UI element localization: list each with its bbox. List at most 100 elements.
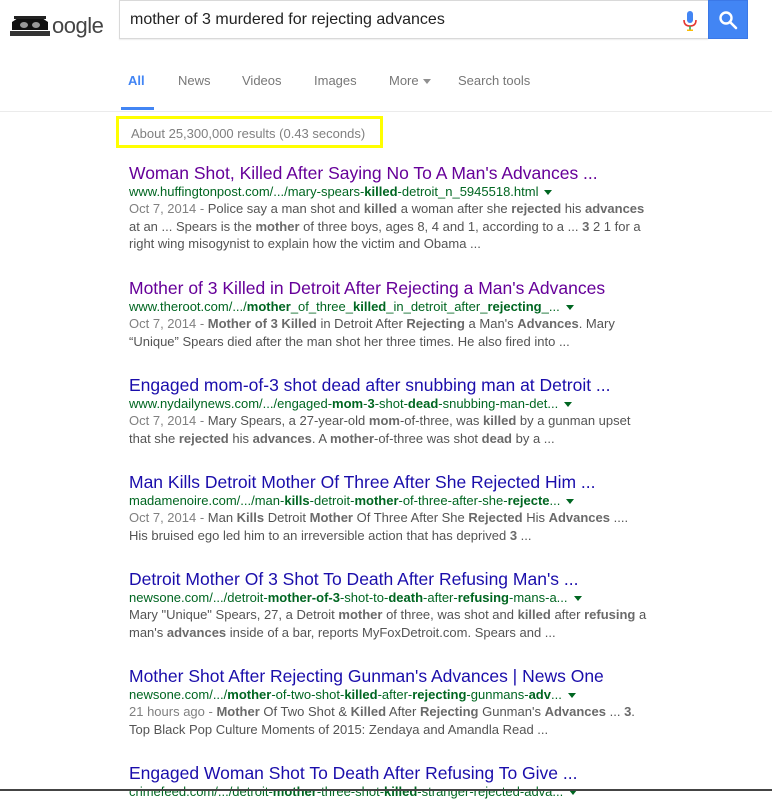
- result-snippet-part: Rejecting: [419, 704, 479, 719]
- result-snippet-part: rejected: [178, 430, 229, 446]
- result-url-part: newsone.com/.../: [129, 687, 228, 702]
- result-url-part: mother: [354, 493, 399, 508]
- result-url: www.huffingtonpost.com/.../mary-spears-k…: [129, 184, 649, 200]
- result-snippet: Oct 7, 2014 - Mary Spears, a 27-year-old…: [129, 412, 649, 447]
- result-url-part: mother: [246, 299, 291, 314]
- tab-more[interactable]: More: [389, 73, 431, 88]
- url-dropdown-icon[interactable]: [544, 190, 553, 196]
- result-url-part: -detroit-: [309, 493, 355, 508]
- result-url-part: _in_detroit_after_: [386, 299, 488, 314]
- result-title-link[interactable]: Man Kills Detroit Mother Of Three After …: [129, 472, 649, 492]
- result-url-part: rejecting: [412, 687, 467, 702]
- result-url-part: -shot-: [374, 396, 408, 411]
- result-url-part: refusing: [457, 590, 509, 605]
- tab-images[interactable]: Images: [314, 73, 357, 88]
- result-snippet-part: killed: [363, 201, 398, 216]
- result-snippet-part: killed: [517, 607, 551, 622]
- result-url-part: -shot-to-: [339, 590, 389, 605]
- result-date: Oct 7, 2014 -: [129, 510, 208, 525]
- result-title-link[interactable]: Engaged mom-of-3 shot dead after snubbin…: [129, 375, 649, 395]
- tab-videos[interactable]: Videos: [242, 73, 282, 88]
- result-url: www.nydailynews.com/.../engaged-mom-3-sh…: [129, 396, 649, 412]
- result-url-part: rejecting: [487, 299, 542, 314]
- result-snippet-part: 3: [509, 527, 518, 543]
- result-url: newsone.com/.../detroit-mother-of-3-shot…: [129, 590, 649, 606]
- result-snippet-part: Gunman's: [478, 704, 545, 719]
- search-input[interactable]: mother of 3 murdered for rejecting advan…: [119, 0, 708, 39]
- result-title-link[interactable]: Mother of 3 Killed in Detroit After Reje…: [129, 278, 649, 298]
- logo-text: oogle: [52, 13, 104, 38]
- result-snippet-part: Rejecting: [406, 316, 465, 331]
- search-result: Woman Shot, Killed After Saying No To A …: [129, 163, 649, 253]
- search-tabs: All News Videos Images More Search tools: [0, 52, 772, 112]
- result-snippet-part: Advances: [544, 704, 606, 719]
- search-query[interactable]: mother of 3 murdered for rejecting advan…: [130, 11, 445, 29]
- result-snippet-part: Of Two Shot &: [259, 704, 351, 719]
- result-url-part: mother: [272, 784, 317, 799]
- result-url-part: -of-two-shot-: [271, 687, 345, 702]
- result-snippet-part: advances: [585, 201, 645, 216]
- result-snippet-part: After: [386, 704, 420, 719]
- microphone-icon[interactable]: [682, 10, 698, 32]
- url-dropdown-icon[interactable]: [567, 693, 576, 699]
- result-snippet-part: at an ... Spears is the: [129, 218, 256, 234]
- result-snippet-part: Mary Spears, a 27-year-old: [207, 413, 369, 428]
- result-snippet-part: Advances: [517, 316, 579, 331]
- result-snippet-part: after: [550, 607, 585, 622]
- result-snippet-part: mom: [368, 413, 400, 428]
- result-snippet-part: . A: [311, 430, 330, 446]
- result-snippet-part: Mother: [309, 510, 353, 525]
- result-title-link[interactable]: Detroit Mother Of 3 Shot To Death After …: [129, 569, 649, 589]
- result-url-part: killed: [344, 687, 378, 702]
- search-button[interactable]: [708, 0, 748, 39]
- url-dropdown-icon[interactable]: [566, 499, 575, 505]
- url-dropdown-icon[interactable]: [573, 596, 582, 602]
- result-snippet-part: of three boys, ages 8, 4 and 1, accordin…: [299, 218, 583, 234]
- result-url: madamenoire.com/.../man-kills-detroit-mo…: [129, 493, 649, 509]
- result-url-part: madamenoire.com/.../man-: [129, 493, 285, 508]
- result-snippet-part: Killed: [350, 704, 387, 719]
- url-dropdown-icon[interactable]: [565, 305, 574, 311]
- result-title-link[interactable]: Mother Shot After Rejecting Gunman's Adv…: [129, 666, 649, 686]
- url-dropdown-icon[interactable]: [564, 402, 573, 408]
- result-title-link[interactable]: Engaged Woman Shot To Death After Refusi…: [129, 763, 649, 783]
- result-url: crimefeed.com/.../detroit-mother-three-s…: [129, 784, 649, 800]
- bottom-border: [0, 789, 772, 791]
- result-url-part: _...: [541, 299, 560, 314]
- result-url-part: killed: [364, 184, 398, 199]
- result-url-part: -of-three-after-she-: [398, 493, 508, 508]
- result-snippet-part: inside of a bar, reports MyFoxDetroit.co…: [226, 624, 556, 640]
- result-snippet-part: a Man's: [464, 316, 518, 331]
- result-snippet-part: Advances: [548, 510, 610, 525]
- result-snippet-part: Of Three After She: [353, 510, 469, 525]
- result-url: newsone.com/.../mother-of-two-shot-kille…: [129, 687, 649, 703]
- result-title-link[interactable]: Woman Shot, Killed After Saying No To A …: [129, 163, 649, 183]
- result-url-part: ...: [550, 687, 562, 702]
- result-url-part: rejecte: [507, 493, 550, 508]
- google-doodle-logo[interactable]: oogle: [8, 8, 108, 40]
- result-snippet-part: his: [228, 430, 253, 446]
- result-url-part: -three-shot-: [316, 784, 385, 799]
- result-snippet-part: Detroit: [264, 510, 310, 525]
- tab-all[interactable]: All: [128, 73, 145, 88]
- result-snippet-part: by a ...: [512, 430, 555, 446]
- search-result: Mother Shot After Rejecting Gunman's Adv…: [129, 666, 649, 738]
- result-snippet-part: his: [561, 201, 585, 216]
- result-url-part: -detroit_n_5945518.html: [397, 184, 539, 199]
- result-url-part: mom: [332, 396, 364, 411]
- result-url-part: -snubbing-man-det...: [438, 396, 559, 411]
- result-snippet-part: rejected: [511, 201, 562, 216]
- tab-news[interactable]: News: [178, 73, 211, 88]
- result-url-part: -after-: [423, 590, 458, 605]
- result-url-part: ...: [549, 493, 561, 508]
- search-result: Engaged Woman Shot To Death After Refusi…: [129, 763, 649, 800]
- result-snippet: Oct 7, 2014 - Police say a man shot and …: [129, 200, 649, 253]
- result-url-part: crimefeed.com/.../detroit-: [129, 784, 273, 799]
- tab-search-tools[interactable]: Search tools: [458, 73, 530, 88]
- result-url-part: killed: [353, 299, 387, 314]
- result-url-part: 3: [367, 396, 375, 411]
- result-snippet-part: mother: [255, 218, 300, 234]
- search-icon: [719, 11, 738, 30]
- result-stats-highlight: About 25,300,000 results (0.43 seconds): [116, 116, 383, 148]
- result-snippet-part: of three, was shot and: [382, 607, 518, 622]
